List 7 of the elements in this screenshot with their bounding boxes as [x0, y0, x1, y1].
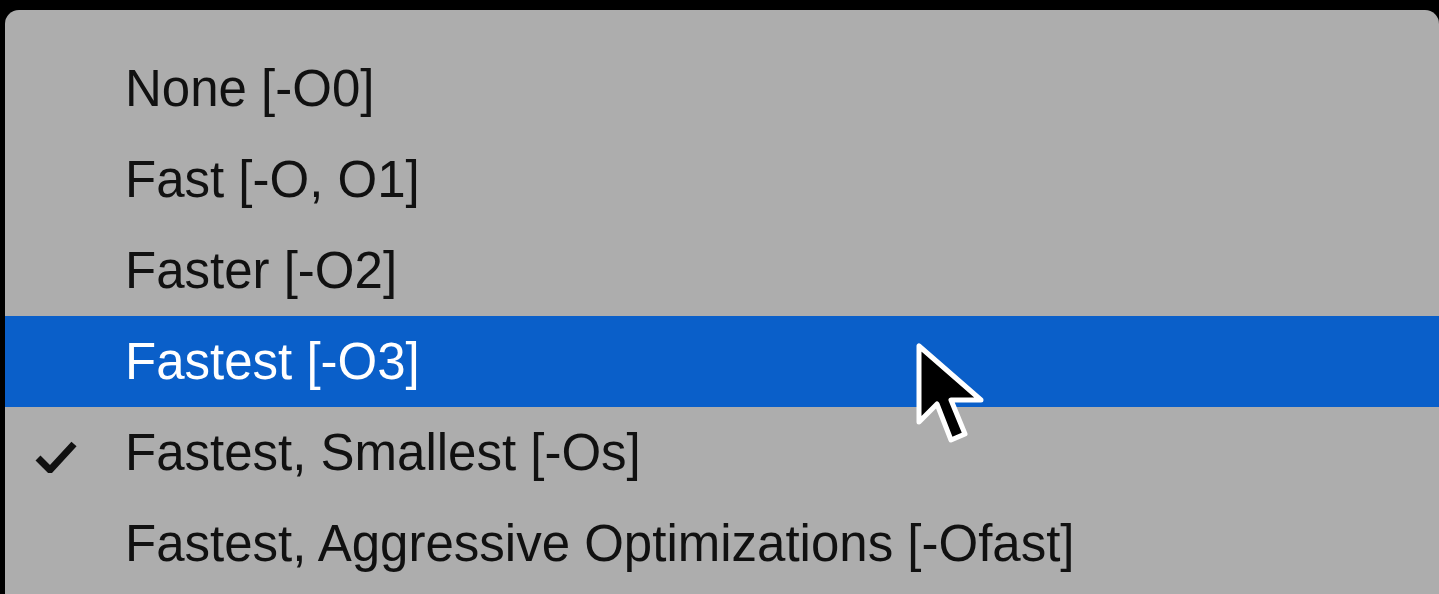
menu-item[interactable]: Fast [-O, O1] — [5, 134, 1439, 225]
menu-item[interactable]: Faster [-O2] — [5, 225, 1439, 316]
menu-item[interactable]: Fastest, Smallest [-Os] — [5, 407, 1439, 498]
menu-item[interactable]: Fastest [-O3] — [5, 316, 1439, 407]
menu-item[interactable]: Fastest, Aggressive Optimizations [-Ofast] — [5, 498, 1439, 589]
menu-item[interactable]: None [-O0] — [5, 43, 1439, 134]
checkmark-icon — [35, 441, 77, 473]
